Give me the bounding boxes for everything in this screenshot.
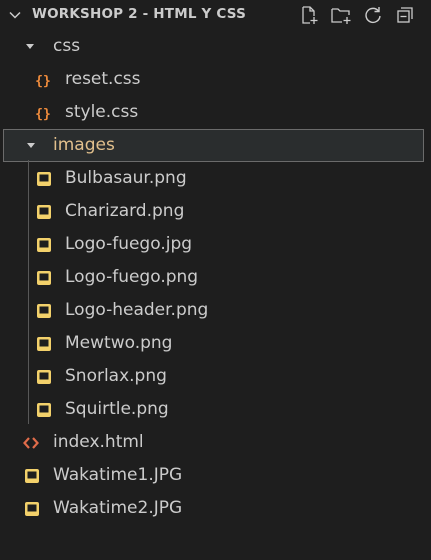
tree-item-label: Logo-fuego.jpg — [65, 234, 193, 254]
tree-item-label: Snorlax.png — [65, 366, 167, 386]
tree-item-reset-css[interactable]: {} reset.css — [0, 63, 431, 96]
tree-item-label: style.css — [65, 102, 139, 122]
collapse-all-button[interactable] — [393, 3, 417, 27]
refresh-button[interactable] — [361, 3, 385, 27]
tree-item-label: Wakatime2.JPG — [53, 498, 183, 518]
tree-item-label: Wakatime1.JPG — [53, 465, 183, 485]
svg-text:{}: {} — [35, 74, 51, 88]
tree-item-charizard[interactable]: Charizard.png — [0, 195, 431, 228]
tree-item-squirtle[interactable]: Squirtle.png — [0, 393, 431, 426]
tree-item-logo-fuego-png[interactable]: Logo-fuego.png — [0, 261, 431, 294]
explorer-header: WORKSHOP 2 - HTML Y CSS — [0, 0, 431, 30]
tree-item-label: Bulbasaur.png — [65, 168, 187, 188]
image-file-icon — [37, 337, 51, 351]
image-file-icon — [37, 304, 51, 318]
tree-item-style-css[interactable]: {} style.css — [0, 96, 431, 129]
image-file-icon — [37, 205, 51, 219]
tree-item-logo-header[interactable]: Logo-header.png — [0, 294, 431, 327]
tree-item-label: index.html — [53, 432, 144, 452]
new-folder-icon — [331, 8, 351, 24]
tree-item-wakatime1[interactable]: Wakatime1.JPG — [0, 459, 431, 492]
tree-item-label: Logo-header.png — [65, 300, 209, 320]
new-folder-button[interactable] — [329, 3, 353, 27]
image-file-icon — [37, 370, 51, 384]
refresh-icon — [365, 7, 381, 24]
html-file-icon — [23, 437, 39, 449]
tree-item-label: reset.css — [65, 69, 141, 89]
tree-item-images-folder[interactable]: images — [3, 129, 424, 162]
chevron-down-icon[interactable] — [8, 8, 22, 22]
tree-item-snorlax[interactable]: Snorlax.png — [0, 360, 431, 393]
tree-item-label: css — [53, 36, 81, 56]
chevron-down-icon — [26, 44, 34, 49]
image-file-icon — [37, 238, 51, 252]
tree-item-css-folder[interactable]: css — [0, 30, 431, 63]
image-file-icon — [25, 469, 39, 483]
tree-item-label: images — [53, 135, 115, 155]
tree-item-label: Squirtle.png — [65, 399, 169, 419]
collapse-all-icon — [397, 7, 413, 23]
image-file-icon — [37, 172, 51, 186]
chevron-down-icon — [27, 143, 35, 148]
image-file-icon — [25, 502, 39, 516]
tree-item-label: Logo-fuego.png — [65, 267, 199, 287]
image-file-icon — [37, 271, 51, 285]
css-file-icon: {} — [35, 74, 51, 88]
tree-item-label: Charizard.png — [65, 201, 185, 221]
new-file-button[interactable] — [297, 3, 321, 27]
tree-item-wakatime2[interactable]: Wakatime2.JPG — [0, 492, 431, 525]
indent-guide — [28, 160, 29, 424]
explorer-actions — [297, 3, 417, 27]
tree-item-bulbasaur[interactable]: Bulbasaur.png — [0, 162, 431, 195]
explorer-title[interactable]: WORKSHOP 2 - HTML Y CSS — [32, 6, 246, 22]
css-file-icon: {} — [35, 107, 51, 121]
tree-item-logo-fuego-jpg[interactable]: Logo-fuego.jpg — [0, 228, 431, 261]
new-file-icon — [302, 6, 318, 24]
image-file-icon — [37, 403, 51, 417]
tree-item-label: Mewtwo.png — [65, 333, 173, 353]
tree-item-index-html[interactable]: index.html — [0, 426, 431, 459]
tree-item-mewtwo[interactable]: Mewtwo.png — [0, 327, 431, 360]
svg-text:{}: {} — [35, 107, 51, 121]
